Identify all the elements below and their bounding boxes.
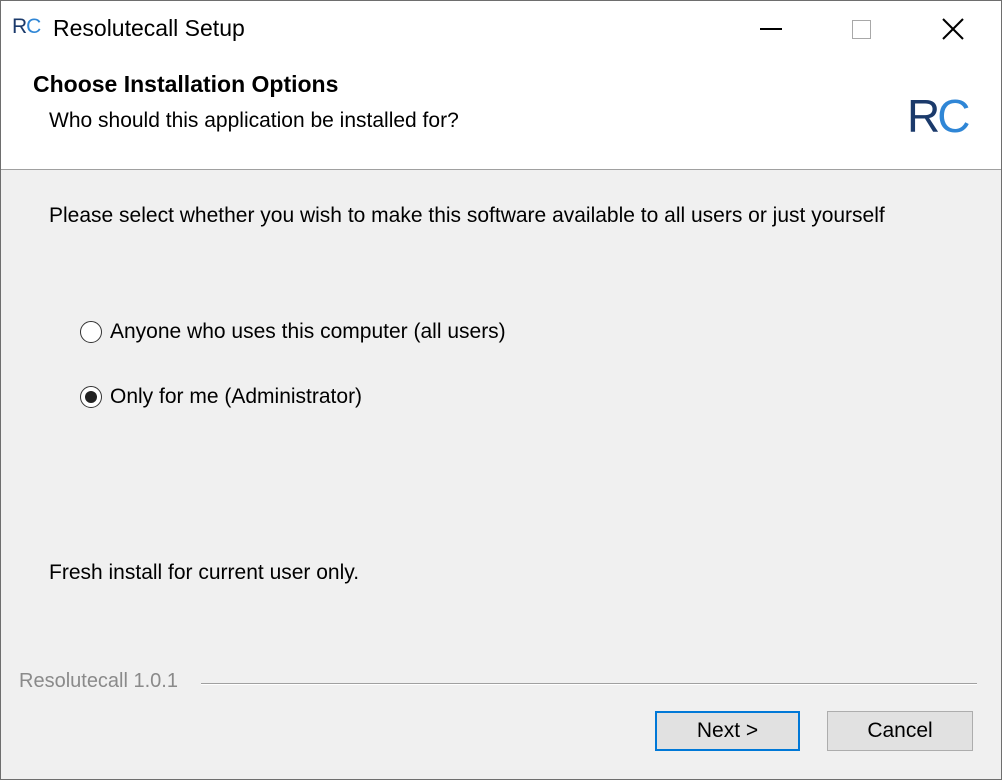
radio-button-unselected[interactable] <box>80 321 102 343</box>
install-status-text: Fresh install for current user only. <box>49 561 360 584</box>
radio-button-selected[interactable] <box>80 386 102 408</box>
page-body: Please select whether you wish to make t… <box>1 170 1001 779</box>
setup-window: RC Resolutecall Setup Choose Installatio… <box>0 0 1002 780</box>
page-subtitle: Who should this application be installed… <box>49 109 459 132</box>
close-button[interactable] <box>908 1 998 57</box>
radio-label-all-users: Anyone who uses this computer (all users… <box>110 320 506 343</box>
maximize-button[interactable] <box>816 1 906 57</box>
title-bar[interactable]: RC Resolutecall Setup <box>1 1 1001 57</box>
footer-divider <box>201 683 977 685</box>
selection-prompt: Please select whether you wish to make t… <box>49 204 885 227</box>
close-icon <box>942 18 964 40</box>
maximize-icon <box>851 19 871 39</box>
next-button[interactable]: Next > <box>655 711 800 751</box>
footer-brand-version: Resolutecall 1.0.1 <box>19 670 186 693</box>
radio-selected-dot <box>85 391 97 403</box>
radio-all-users[interactable]: Anyone who uses this computer (all users… <box>80 320 506 344</box>
app-icon: RC <box>12 15 41 38</box>
radio-label-only-me: Only for me (Administrator) <box>110 385 363 408</box>
minimize-button[interactable] <box>726 1 816 57</box>
minimize-icon <box>760 28 782 30</box>
page-header: Choose Installation Options Who should t… <box>1 57 1001 170</box>
window-title: Resolutecall Setup <box>53 15 245 41</box>
cancel-button[interactable]: Cancel <box>827 711 973 751</box>
radio-only-me[interactable]: Only for me (Administrator) <box>80 385 362 409</box>
brand-logo: RC <box>907 90 970 142</box>
page-title: Choose Installation Options <box>33 71 339 97</box>
